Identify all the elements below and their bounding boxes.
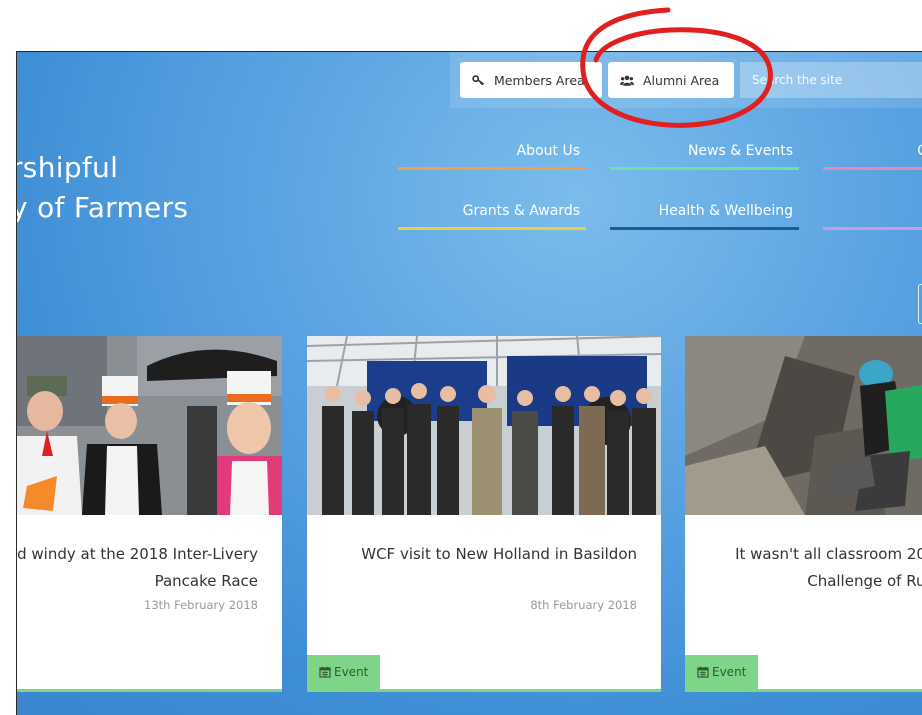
nav-news-events[interactable]: News & Events (610, 140, 799, 170)
news-card[interactable]: t and windy at the 2018 Inter-Livery Pan… (17, 336, 282, 692)
calendar-icon (697, 666, 709, 678)
nav-item-purple-underline (823, 227, 922, 230)
nav-news-events-label: News & Events (687, 143, 793, 159)
members-area-label: Members Area (494, 72, 585, 88)
search-input[interactable] (740, 62, 922, 98)
card-photo-climbing (685, 336, 922, 515)
event-badge[interactable]: Event (685, 655, 759, 689)
side-control-stub[interactable] (918, 284, 922, 324)
site-brand-name[interactable]: rshipful y of Farmers (17, 148, 188, 228)
key-icon (472, 74, 485, 85)
calendar-icon (319, 666, 331, 678)
card-photo-new-holland (307, 336, 661, 515)
nav-item-c-underline (823, 167, 922, 170)
brand-line-1: rshipful (17, 151, 119, 184)
page-frame: Members Area Alumni Area rshipful y of F… (17, 52, 922, 715)
users-icon (620, 75, 634, 86)
brand-line-2: y of Farmers (17, 191, 189, 224)
nav-grants-awards[interactable]: Grants & Awards (398, 200, 586, 230)
nav-item-c[interactable]: C (823, 140, 922, 170)
nav-about-us-label: About Us (516, 143, 580, 159)
card-date: 13th February 2018 (144, 598, 258, 612)
card-bottom-bar (307, 689, 661, 692)
nav-grants-awards-label: Grants & Awards (462, 203, 580, 219)
event-badge[interactable]: Event (307, 655, 381, 689)
event-badge-label: Event (712, 665, 747, 679)
card-date: 8th February 2018 (530, 598, 637, 612)
news-card[interactable]: WCF visit to New Holland in Basildon 8th… (307, 336, 661, 692)
nav-grants-awards-underline (398, 227, 586, 230)
nav-news-events-underline (610, 167, 799, 170)
card-bottom-bar (685, 689, 922, 692)
alumni-area-button[interactable]: Alumni Area (608, 62, 734, 98)
nav-about-us-underline (398, 167, 586, 170)
card-photo-pancake-race (17, 336, 282, 515)
news-card[interactable]: It wasn't all classroom 2018 Challenge o… (685, 336, 922, 692)
event-badge-label: Event (334, 665, 369, 679)
nav-health-wellbeing-underline (610, 227, 799, 230)
card-title[interactable]: t and windy at the 2018 Inter-Livery Pan… (17, 541, 258, 595)
card-title[interactable]: WCF visit to New Holland in Basildon (307, 541, 637, 568)
card-title[interactable]: It wasn't all classroom 2018 Challenge o… (685, 541, 922, 595)
alumni-area-label: Alumni Area (643, 72, 720, 88)
card-bottom-bar (17, 689, 282, 692)
nav-about-us[interactable]: About Us (398, 140, 586, 170)
members-area-button[interactable]: Members Area (460, 62, 602, 98)
nav-item-purple[interactable] (823, 200, 922, 230)
nav-health-wellbeing-label: Health & Wellbeing (658, 203, 793, 219)
nav-health-wellbeing[interactable]: Health & Wellbeing (610, 200, 799, 230)
nav-item-c-label: C (917, 143, 922, 159)
